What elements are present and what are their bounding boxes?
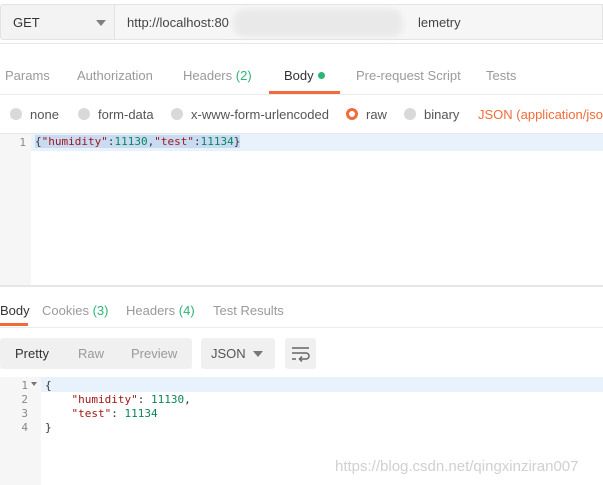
code-key: "humidity" <box>71 393 138 406</box>
code-brace: { <box>35 135 42 148</box>
radio-form-data[interactable]: form-data <box>78 107 154 122</box>
response-active-tab-indicator <box>0 323 28 326</box>
response-line-2: "humidity": 11130, <box>71 393 191 406</box>
viewer-gutter: 1 2 3 4 <box>0 377 41 485</box>
tab-response-body-label: Body <box>0 303 30 318</box>
response-line-4: } <box>45 421 52 434</box>
active-line-highlight <box>41 377 603 392</box>
body-type-selector: none form-data x-www-form-urlencoded raw… <box>0 100 603 130</box>
code-brace: } <box>233 135 241 148</box>
tab-cookies[interactable]: Cookies (3) <box>42 303 108 318</box>
line-number: 3 <box>21 407 28 420</box>
chevron-down-icon <box>96 20 106 26</box>
tab-authorization[interactable]: Authorization <box>77 68 153 83</box>
line-number: 4 <box>21 421 28 434</box>
wrap-lines-icon <box>292 347 310 363</box>
tab-params[interactable]: Params <box>5 68 50 83</box>
request-tabs: Params Authorization Headers (2) Body Pr… <box>0 55 603 95</box>
tab-headers-label: Headers <box>183 68 233 83</box>
code-key: "humidity" <box>41 135 108 148</box>
line-number: 1 <box>21 379 28 392</box>
code-number: 11134 <box>124 407 158 420</box>
response-tabs: Body Cookies (3) Headers (4) Test Result… <box>0 290 603 328</box>
line-number: 2 <box>21 393 28 406</box>
code-key: "test" <box>154 135 194 148</box>
tab-response-headers-count: (4) <box>178 303 195 318</box>
url-suffix: lemetry <box>418 15 461 30</box>
radio-raw-label: raw <box>366 107 387 122</box>
radio-circle-icon <box>171 108 183 120</box>
tab-headers-count: (2) <box>235 68 252 83</box>
radio-binary[interactable]: binary <box>404 107 459 122</box>
format-select[interactable]: JSON <box>201 338 275 369</box>
tab-test-results[interactable]: Test Results <box>213 303 284 318</box>
url-prefix: http://localhost:80 <box>127 15 229 30</box>
chevron-down-icon <box>253 351 263 357</box>
tab-body[interactable]: Body <box>284 68 325 83</box>
radio-selected-icon <box>346 108 358 120</box>
tab-headers[interactable]: Headers (2) <box>183 68 252 83</box>
request-bar: GET http://localhost:80 lemetry <box>0 0 603 44</box>
radio-circle-icon <box>78 108 90 120</box>
tab-response-headers[interactable]: Headers (4) <box>126 303 195 318</box>
method-label: GET <box>13 15 40 30</box>
url-input[interactable]: http://localhost:80 lemetry <box>115 4 603 40</box>
code-number: 11130 <box>114 135 148 148</box>
line-number: 1 <box>19 136 26 149</box>
redacted-url-segment <box>233 9 403 37</box>
method-select[interactable]: GET <box>0 4 115 40</box>
code-key: "test" <box>71 407 112 420</box>
tab-pre-request-label: Pre-request Script <box>356 68 461 83</box>
tab-pre-request-script[interactable]: Pre-request Script <box>356 68 461 83</box>
request-body-code: {"humidity":11130,"test":11134} <box>35 135 241 148</box>
view-mode-group: Pretty Raw Preview <box>0 338 192 369</box>
tab-cookies-count: (3) <box>92 303 109 318</box>
pane-divider[interactable] <box>0 285 603 287</box>
tab-params-label: Params <box>5 68 50 83</box>
radio-binary-label: binary <box>424 107 460 122</box>
tab-authorization-label: Authorization <box>77 68 153 83</box>
response-line-3: "test": 11134 <box>71 407 158 420</box>
response-toolbar: Pretty Raw Preview JSON <box>0 338 603 370</box>
tab-response-headers-label: Headers <box>126 303 176 318</box>
radio-form-data-label: form-data <box>98 107 154 122</box>
format-label: JSON <box>211 346 246 361</box>
radio-urlencoded[interactable]: x-www-form-urlencoded <box>171 107 329 122</box>
preview-button[interactable]: Preview <box>131 346 177 361</box>
wrap-lines-button[interactable] <box>285 338 316 369</box>
radio-circle-icon <box>404 108 416 120</box>
radio-raw[interactable]: raw <box>346 107 387 122</box>
tab-tests-label: Tests <box>486 68 517 83</box>
code-number: 11134 <box>200 135 234 148</box>
tab-response-body[interactable]: Body <box>0 303 30 318</box>
pretty-button[interactable]: Pretty <box>15 346 49 361</box>
tab-test-results-label: Test Results <box>213 303 284 318</box>
radio-circle-icon <box>10 108 22 120</box>
response-line-1: { <box>45 379 52 392</box>
watermark: https://blog.csdn.net/qingxinziran007 <box>335 458 579 475</box>
radio-none[interactable]: none <box>10 107 59 122</box>
radio-urlencoded-label: x-www-form-urlencoded <box>191 107 329 122</box>
tab-tests[interactable]: Tests <box>486 68 516 83</box>
tab-cookies-label: Cookies <box>42 303 89 318</box>
content-type-dropdown[interactable]: JSON (application/json <box>478 107 603 122</box>
modified-dot-icon <box>317 72 325 79</box>
active-tab-indicator <box>269 91 340 94</box>
request-body-editor[interactable]: 1 {"humidity":11130,"test":11134} <box>0 133 603 285</box>
code-colon: : <box>193 135 201 148</box>
raw-button[interactable]: Raw <box>78 346 104 361</box>
code-number: 11130 <box>150 393 185 406</box>
tab-body-label: Body <box>284 68 314 83</box>
radio-none-label: none <box>30 107 59 122</box>
fold-arrow-icon[interactable] <box>31 382 37 386</box>
editor-gutter: 1 <box>0 134 31 285</box>
